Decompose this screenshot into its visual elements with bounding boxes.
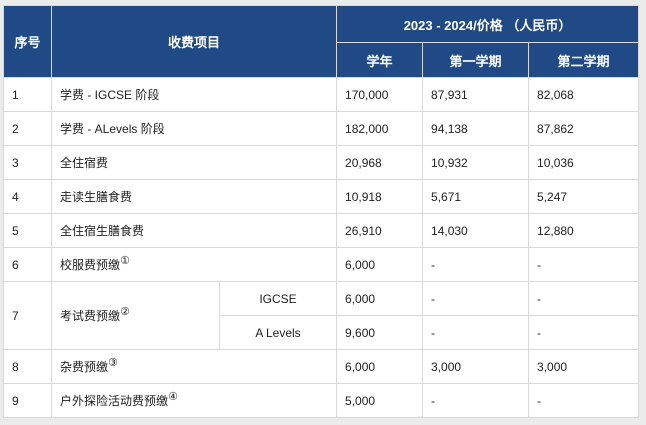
row-term1: - <box>422 383 530 418</box>
row-year: 6,000 <box>336 247 424 282</box>
row-item-label: 户外探险活动费预缴 <box>60 394 169 408</box>
row-term2: - <box>528 383 640 418</box>
footnote-marker: ④ <box>168 391 178 403</box>
row-item: 校服费预缴① <box>50 247 338 282</box>
row-seq: 2 <box>3 111 52 146</box>
header-seq: 序号 <box>3 5 52 78</box>
table-row: 8 杂费预缴③ 6,000 3,000 3,000 <box>3 349 640 384</box>
row-item: 考试费预缴② <box>51 281 220 350</box>
row-year: 5,000 <box>336 383 424 418</box>
row-item-label: 学费 - ALevels 阶段 <box>60 122 165 136</box>
row-term1: 94,138 <box>422 111 530 146</box>
row-term2: 82,068 <box>528 77 640 112</box>
row-item-label: 校服费预缴 <box>60 258 121 272</box>
footnote-marker: ③ <box>108 357 118 369</box>
row-item-label: 全住宿生膳食费 <box>60 224 145 238</box>
row-term1: - <box>422 315 530 350</box>
row-item-label: 全住宿费 <box>60 156 109 170</box>
row-item: 走读生膳食费 <box>50 179 338 214</box>
row-item: 学费 - IGCSE 阶段 <box>50 77 338 112</box>
row-term2: 10,036 <box>528 145 640 180</box>
row-year: 10,918 <box>336 179 424 214</box>
row-term1: 14,030 <box>422 213 530 248</box>
row-seq: 8 <box>3 349 52 384</box>
row-term2: 12,880 <box>528 213 640 248</box>
row-year: 9,600 <box>336 315 424 350</box>
row-seq: 7 <box>3 281 52 350</box>
row-term1: 87,931 <box>422 77 530 112</box>
footnote-marker: ① <box>120 255 130 267</box>
row-year: 6,000 <box>336 349 424 384</box>
row-term2: - <box>528 247 640 282</box>
row-year: 6,000 <box>336 281 424 316</box>
row-item-label: 走读生膳食费 <box>60 190 133 204</box>
row-item: 学费 - ALevels 阶段 <box>50 111 338 146</box>
row-term2: 87,862 <box>528 111 640 146</box>
table-row: 1 学费 - IGCSE 阶段 170,000 87,931 82,068 <box>3 77 640 112</box>
row-year: 170,000 <box>336 77 424 112</box>
row-item-label: 杂费预缴 <box>60 360 109 374</box>
row-term1: - <box>422 247 530 282</box>
table-row: 6 校服费预缴① 6,000 - - <box>3 247 640 282</box>
header-year: 学年 <box>336 42 424 78</box>
header-term1: 第一学期 <box>422 42 530 78</box>
table-row: 9 户外探险活动费预缴④ 5,000 - - <box>3 383 640 418</box>
row-year: 26,910 <box>336 213 424 248</box>
header-row-1: 序号 收费项目 2023 - 2024/价格 （人民币） <box>3 5 640 78</box>
row-seq: 9 <box>3 383 52 418</box>
row-term2: 5,247 <box>528 179 640 214</box>
row-term1: - <box>422 281 530 316</box>
row-term1: 5,671 <box>422 179 530 214</box>
header-period: 2023 - 2024/价格 （人民币） <box>336 5 640 43</box>
table-row: 5 全住宿生膳食费 26,910 14,030 12,880 <box>3 213 640 248</box>
row-item: 全住宿费 <box>50 145 338 180</box>
row-seq: 4 <box>3 179 52 214</box>
table-row-exam-igcse: 7 考试费预缴② IGCSE 6,000 - - <box>3 281 640 350</box>
table-row: 4 走读生膳食费 10,918 5,671 5,247 <box>3 179 640 214</box>
row-year: 20,968 <box>336 145 424 180</box>
row-term1: 3,000 <box>422 349 530 384</box>
footnote-marker: ② <box>120 306 130 318</box>
row-seq: 3 <box>3 145 52 180</box>
row-seq: 5 <box>3 213 52 248</box>
row-seq: 6 <box>3 247 52 282</box>
row-item-label: 学费 - IGCSE 阶段 <box>60 88 160 102</box>
header-term2: 第二学期 <box>528 42 640 78</box>
row-item: 杂费预缴③ <box>50 349 338 384</box>
header-item: 收费项目 <box>50 5 338 78</box>
table-row: 2 学费 - ALevels 阶段 182,000 94,138 87,862 <box>3 111 640 146</box>
row-term2: - <box>528 281 640 316</box>
row-year: 182,000 <box>336 111 424 146</box>
fee-table-container: 序号 收费项目 2023 - 2024/价格 （人民币） 学年 第一学期 第二学… <box>3 5 640 418</box>
row-term2: 3,000 <box>528 349 640 384</box>
row-item: 全住宿生膳食费 <box>50 213 338 248</box>
row-subitem: IGCSE <box>218 281 338 316</box>
row-term1: 10,932 <box>422 145 530 180</box>
row-term2: - <box>528 315 640 350</box>
row-item: 户外探险活动费预缴④ <box>50 383 338 418</box>
row-subitem: A Levels <box>218 315 338 350</box>
row-seq: 1 <box>3 77 52 112</box>
row-item-label: 考试费预缴 <box>60 309 121 323</box>
fee-table: 序号 收费项目 2023 - 2024/价格 （人民币） 学年 第一学期 第二学… <box>3 5 640 418</box>
table-row: 3 全住宿费 20,968 10,932 10,036 <box>3 145 640 180</box>
